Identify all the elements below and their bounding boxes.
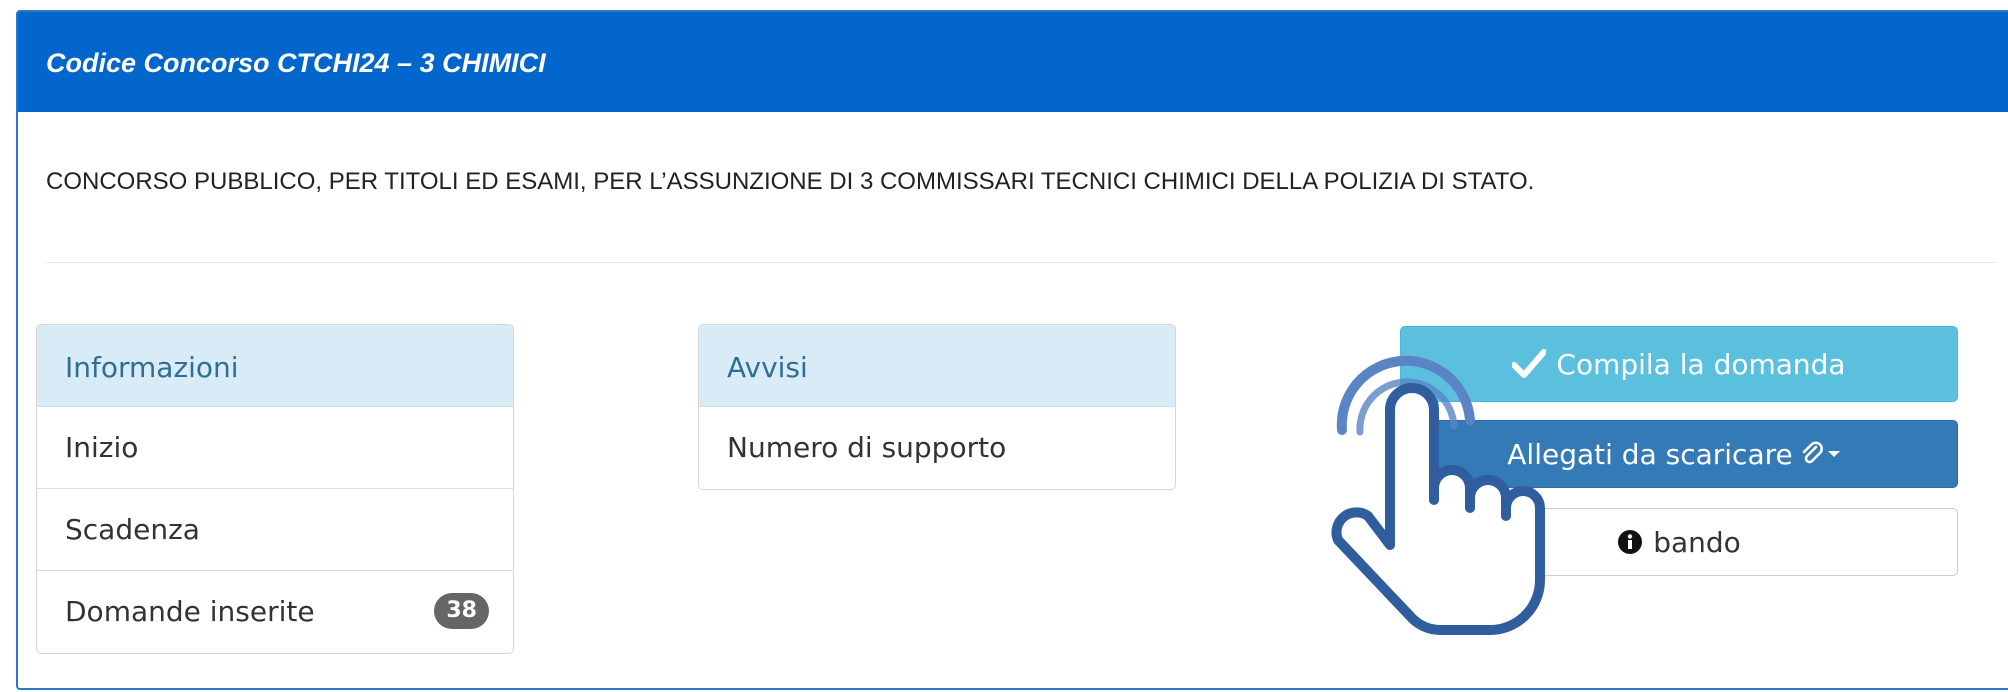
allegati-label: Allegati da scaricare [1507,437,1793,471]
panel-title: Codice Concorso CTCHI24 – 3 CHIMICI [46,48,546,78]
bando-button[interactable]: bando [1400,508,1958,576]
domande-count-badge: 38 [434,593,489,629]
avvisi-row-numero-supporto[interactable]: Numero di supporto [699,407,1175,489]
info-row-scadenza: Scadenza [37,489,513,571]
allegati-dropdown-button[interactable]: Allegati da scaricare [1400,420,1958,488]
divider [46,262,1996,263]
compila-label: Compila la domanda [1556,347,1846,381]
info-row-label: Scadenza [65,513,200,546]
check-icon [1512,349,1547,379]
panel-header: Codice Concorso CTCHI24 – 3 CHIMICI [18,12,2008,112]
info-circle-icon [1617,529,1643,555]
concorso-description: CONCORSO PUBBLICO, PER TITOLI ED ESAMI, … [46,168,1535,195]
info-list-heading: Informazioni [37,325,513,407]
info-heading-text: Informazioni [65,351,239,384]
bando-label: bando [1653,525,1741,559]
info-row-label: Inizio [65,431,139,464]
concorso-panel: Codice Concorso CTCHI24 – 3 CHIMICI CONC… [16,10,2008,690]
info-row-domande-inserite: Domande inserite 38 [37,571,513,653]
info-row-inizio: Inizio [37,407,513,489]
caret-down-icon [1827,449,1841,459]
paperclip-icon [1801,441,1823,467]
avvisi-list-heading: Avvisi [699,325,1175,407]
info-row-label: Domande inserite [65,595,315,628]
compila-domanda-button[interactable]: Compila la domanda [1400,326,1958,402]
avvisi-list: Avvisi Numero di supporto [698,324,1176,490]
info-list: Informazioni Inizio Scadenza Domande ins… [36,324,514,654]
avvisi-row-label: Numero di supporto [727,431,1007,464]
avvisi-heading-text: Avvisi [727,351,808,384]
